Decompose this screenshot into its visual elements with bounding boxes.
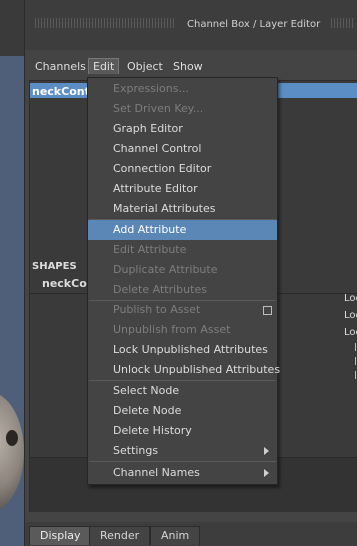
menu-item-edit-attribute[interactable]: Edit Attribute <box>88 240 277 260</box>
menu-item-delete-node[interactable]: Delete Node <box>88 401 277 421</box>
shapes-header: SHAPES <box>32 261 77 272</box>
menu-item-attribute-editor[interactable]: Attribute Editor <box>88 179 277 199</box>
menu-item-label: Graph Editor <box>113 122 183 135</box>
menu-item-lock-unpublished[interactable]: Lock Unpublished Attributes <box>88 340 277 360</box>
tab-display[interactable]: Display <box>29 526 92 545</box>
panel-titlebar[interactable]: Channel Box / Layer Editor <box>25 0 357 50</box>
menu-item-label: Lock Unpublished Attributes <box>113 343 268 356</box>
lock-item[interactable]: Loc <box>344 327 357 338</box>
menu-item-material-attributes[interactable]: Material Attributes <box>88 199 277 219</box>
menu-item-label: Delete History <box>113 424 192 437</box>
menu-show[interactable]: Show <box>169 59 207 74</box>
menu-item-channel-names[interactable]: Channel Names <box>88 463 277 483</box>
menu-item-label: Edit Attribute <box>113 243 187 256</box>
menu-item-set-driven-key[interactable]: Set Driven Key... <box>88 99 277 119</box>
menu-item-unlock-unpublished[interactable]: Unlock Unpublished Attributes <box>88 360 281 380</box>
edit-menu-dropdown: Expressions... Set Driven Key... Graph E… <box>87 77 281 485</box>
option-box-icon[interactable] <box>263 306 272 315</box>
menu-item-label: Expressions... <box>113 82 189 95</box>
lock-item[interactable]: Loc <box>344 310 357 321</box>
menu-item-label: Material Attributes <box>113 202 216 215</box>
menu-item-label: Duplicate Attribute <box>113 263 218 276</box>
menu-channels[interactable]: Channels <box>31 59 90 74</box>
viewport-head-eye <box>6 430 18 446</box>
menu-item-label: Select Node <box>113 384 180 397</box>
submenu-arrow-icon <box>264 447 269 455</box>
menu-item-settings[interactable]: Settings <box>88 441 277 461</box>
menu-item-delete-history[interactable]: Delete History <box>88 421 277 441</box>
shape-node-name[interactable]: neckControlShape <box>42 277 90 290</box>
selected-node-name: neckControl <box>32 85 92 98</box>
menu-item-expressions[interactable]: Expressions... <box>88 79 277 99</box>
drag-handle-right[interactable] <box>331 18 353 28</box>
menu-separator <box>89 461 276 462</box>
menu-edit[interactable]: Edit <box>88 58 120 74</box>
menu-item-unpublish-from-asset[interactable]: Unpublish from Asset <box>88 320 277 340</box>
menu-item-label: Channel Names <box>113 466 200 479</box>
menu-item-connection-editor[interactable]: Connection Editor <box>88 159 277 179</box>
tab-anim[interactable]: Anim <box>150 526 201 545</box>
viewport-head-model <box>0 392 24 512</box>
menu-item-label: Settings <box>113 444 159 457</box>
menu-item-label: Add Attribute <box>113 223 187 236</box>
menu-item-label: Channel Control <box>113 142 202 155</box>
bottom-tab-bar: Display Render Anim <box>25 522 357 546</box>
panel-title: Channel Box / Layer Editor <box>187 19 321 30</box>
menu-item-label: Delete Node <box>113 404 182 417</box>
drag-handle-left[interactable] <box>35 18 175 28</box>
menu-item-label: Connection Editor <box>113 162 212 175</box>
menu-object[interactable]: Object <box>123 59 167 74</box>
menu-item-channel-control[interactable]: Channel Control <box>88 139 277 159</box>
channel-box-menubar: Channels Edit Object Show <box>25 56 357 78</box>
lock-item[interactable]: Loc <box>344 293 357 304</box>
menu-item-label: Publish to Asset <box>113 303 201 316</box>
menu-item-duplicate-attribute[interactable]: Duplicate Attribute <box>88 260 277 280</box>
menu-item-graph-editor[interactable]: Graph Editor <box>88 119 277 139</box>
menu-item-label: Set Driven Key... <box>113 102 204 115</box>
menu-item-label: Delete Attributes <box>113 283 207 296</box>
menu-item-delete-attributes[interactable]: Delete Attributes <box>88 280 277 300</box>
tab-render[interactable]: Render <box>89 526 151 545</box>
menu-item-label: Unpublish from Asset <box>113 323 231 336</box>
menu-item-select-node[interactable]: Select Node <box>88 381 277 401</box>
menu-item-label: Unlock Unpublished Attributes <box>113 363 281 376</box>
menu-item-label: Attribute Editor <box>113 182 198 195</box>
menu-item-add-attribute[interactable]: Add Attribute <box>88 220 277 240</box>
menu-item-publish-to-asset[interactable]: Publish to Asset <box>88 300 277 320</box>
submenu-arrow-icon <box>264 469 269 477</box>
